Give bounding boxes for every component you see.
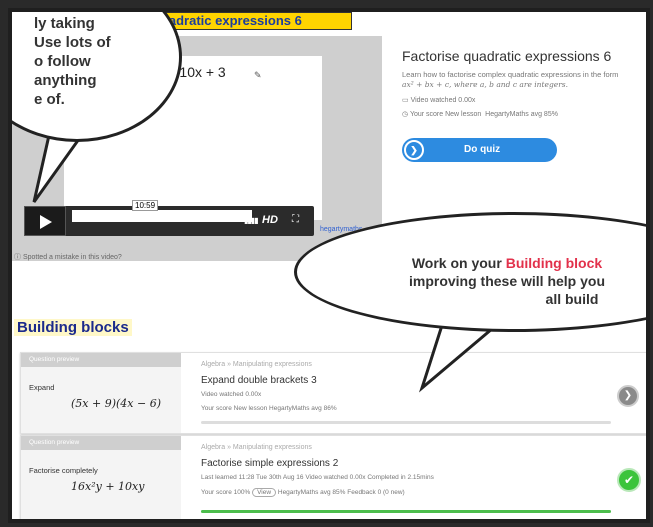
- bubble-text-prefix: Work on your: [411, 255, 506, 271]
- bubble-text-line2: improving these will help you: [408, 273, 606, 289]
- bubble-text-line3: all build: [545, 291, 599, 307]
- bubble-text-highlight: Building block: [505, 255, 603, 271]
- speech-bubble-right-text: Work on your Building block improving th…: [342, 254, 646, 308]
- app-window: 8x² + 10x + 3 ✎ 10:59 ▮▮▮▮ HD ⛶ hegartym…: [8, 8, 650, 523]
